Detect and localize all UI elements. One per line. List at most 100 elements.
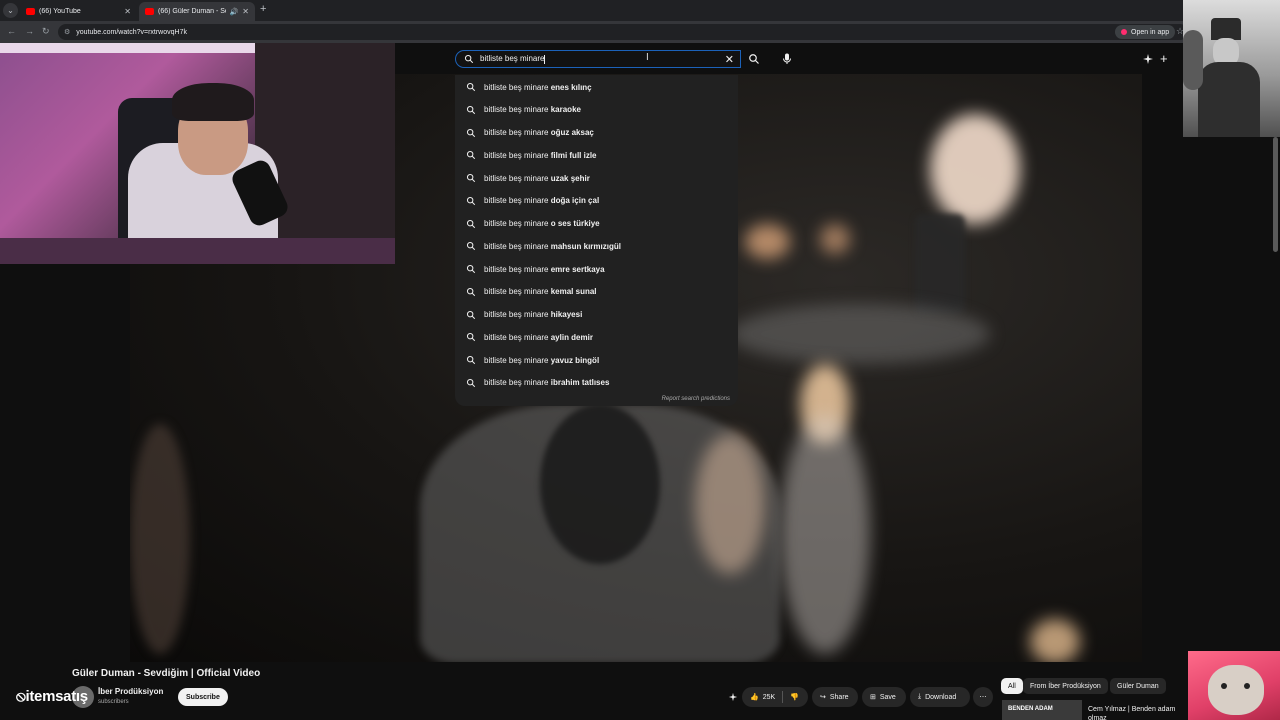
forward-arrow-icon[interactable]: →: [25, 26, 34, 36]
corner-photo-overlay: [1183, 0, 1280, 137]
streamer-webcam: [0, 43, 395, 264]
suggestion-prefix: bitliste beş minare: [484, 332, 549, 342]
gemini-sparkle-icon[interactable]: [1142, 53, 1154, 65]
search-suggestion-item[interactable]: bitliste beş minare enes kılınç: [455, 77, 738, 97]
like-dislike-group: 👍 25K 👎: [742, 687, 808, 707]
report-search-predictions-link[interactable]: Report search predictions: [662, 396, 730, 402]
clear-search-icon[interactable]: ✕: [725, 53, 734, 66]
voice-search-button[interactable]: [776, 49, 798, 69]
suggestion-prefix: bitliste beş minare: [484, 378, 549, 388]
suggestion-text: bitliste beş minare karaoke: [484, 105, 581, 114]
search-icon: [749, 54, 759, 64]
share-label: Share: [829, 693, 849, 701]
browser-toolbar: ← → ↻ ⚙ youtube.com/watch?v=rxtrwovqH7k …: [0, 21, 1280, 43]
hair: [172, 83, 254, 121]
search-suggestion-item[interactable]: bitliste beş minare karaoke: [455, 100, 738, 120]
search-icon: [466, 355, 476, 365]
suggestion-text: bitliste beş minare mahsun kırmızıgül: [484, 242, 621, 251]
chip-from-channel[interactable]: From İber Prodüksiyon: [1023, 678, 1108, 694]
search-suggestion-item[interactable]: bitliste beş minare aylin demir: [455, 327, 738, 347]
suggestion-text: bitliste beş minare o ses türkiye: [484, 219, 600, 228]
create-plus-icon[interactable]: +: [1160, 51, 1168, 66]
app-icon: [1121, 29, 1127, 35]
cat-eye: [1221, 683, 1227, 689]
microphone-icon: [783, 53, 791, 64]
video-title: Güler Duman - Sevdiğim | Official Video: [72, 668, 261, 679]
desk: [0, 238, 395, 264]
share-button[interactable]: ↪ Share: [812, 687, 858, 707]
suggestion-text: bitliste beş minare uzak şehir: [484, 174, 590, 183]
suggestion-text: bitliste beş minare kemal sunal: [484, 287, 597, 296]
like-count[interactable]: 25K: [763, 694, 775, 701]
suggestion-prefix: bitliste beş minare: [484, 105, 549, 115]
recommended-video-title[interactable]: Cem Yılmaz | Benden adam olmaz: [1088, 705, 1180, 720]
search-suggestion-item[interactable]: bitliste beş minare uzak şehir: [455, 168, 738, 188]
search-suggestions-dropdown: bitliste beş minare enes kılınç bitliste …: [455, 75, 738, 406]
like-icon[interactable]: 👍: [750, 693, 759, 701]
suggestion-text: bitliste beş minare emre sertkaya: [484, 265, 605, 274]
search-icon: [466, 242, 476, 251]
tab-close-icon[interactable]: ✕: [242, 7, 249, 16]
page-scrollbar[interactable]: [1273, 137, 1278, 252]
address-bar[interactable]: ⚙ youtube.com/watch?v=rxtrwovqH7k: [58, 24, 1188, 40]
more-actions-button[interactable]: ⋯: [973, 687, 993, 707]
search-icon: [466, 128, 476, 137]
suggestion-completion: filmi full izle: [550, 150, 597, 160]
search-suggestion-item[interactable]: bitliste beş minare oğuz aksaç: [455, 123, 738, 143]
suggestion-prefix: bitliste beş minare: [484, 82, 549, 92]
wood-frame: [130, 424, 190, 654]
download-button[interactable]: ⤓ Download: [910, 687, 970, 707]
search-icon: [466, 151, 476, 160]
chip-guler-duman[interactable]: Güler Duman: [1110, 678, 1166, 694]
browser-tab-strip: ⌄ (66) YouTube ✕ (66) Güler Duman - Sevd…: [0, 0, 1280, 21]
subscribe-button[interactable]: Subscribe: [178, 688, 228, 706]
recommended-thumbnail[interactable]: BENDEN ADAM: [1002, 700, 1082, 720]
new-tab-button[interactable]: +: [260, 3, 266, 15]
search-input[interactable]: bitliste beş minare ✕: [455, 50, 741, 68]
search-suggestion-item[interactable]: bitliste beş minare yavuz bingöl: [455, 350, 738, 370]
suggestion-completion: yavuz bingöl: [550, 355, 600, 365]
search-query-text: bitliste beş minare: [480, 54, 545, 64]
search-suggestion-item[interactable]: bitliste beş minare emre sertkaya: [455, 259, 738, 279]
cat-eye: [1244, 683, 1250, 689]
share-icon: ↪: [820, 694, 826, 701]
tab-search-icon[interactable]: ⌄: [3, 3, 18, 18]
open-in-app-label: Open in app: [1131, 28, 1170, 36]
search-button[interactable]: [741, 50, 767, 68]
open-in-app-button[interactable]: Open in app: [1115, 25, 1176, 39]
suggestion-prefix: bitliste beş minare: [484, 196, 549, 206]
youtube-favicon-icon: [145, 8, 154, 15]
tab-close-icon[interactable]: ✕: [124, 7, 131, 16]
dislike-icon[interactable]: 👎: [790, 693, 799, 701]
coat: [1198, 62, 1260, 137]
search-suggestion-item[interactable]: bitliste beş minare filmi full izle: [455, 145, 738, 165]
sparkle-icon[interactable]: [728, 692, 738, 702]
reload-icon[interactable]: ↻: [42, 26, 50, 37]
browser-tab-video[interactable]: (66) Güler Duman - Sevdiğ 🔊 ✕: [139, 2, 255, 21]
channel-name[interactable]: İber Prodüksiyon: [98, 687, 163, 696]
save-label: Save: [879, 693, 896, 701]
search-suggestion-item[interactable]: bitliste beş minare o ses türkiye: [455, 214, 738, 234]
site-info-icon[interactable]: ⚙: [64, 28, 70, 36]
search-suggestion-item[interactable]: bitliste beş minare kemal sunal: [455, 282, 738, 302]
suggestion-text: bitliste beş minare ibrahim tatlıses: [484, 378, 609, 387]
search-icon: [466, 105, 476, 114]
search-suggestion-item[interactable]: bitliste beş minare ibrahim tatlıses: [455, 373, 738, 393]
search-suggestion-item[interactable]: bitliste beş minare mahsun kırmızıgül: [455, 236, 738, 256]
thumbnail-text: BENDEN ADAM: [1008, 706, 1053, 712]
chip-all[interactable]: All: [1001, 678, 1023, 694]
suggestion-text: bitliste beş minare hikayesi: [484, 310, 582, 319]
audio-playing-icon[interactable]: 🔊: [230, 8, 239, 16]
search-icon: [466, 196, 476, 205]
suggestion-completion: enes kılınç: [550, 82, 592, 92]
more-horizontal-icon: ⋯: [979, 694, 987, 701]
search-suggestion-item[interactable]: bitliste beş minare hikayesi: [455, 305, 738, 325]
suggestion-completion: kemal sunal: [550, 287, 597, 297]
search-icon: [466, 378, 476, 387]
search-suggestion-item[interactable]: bitliste beş minare doğa için çal: [455, 191, 738, 211]
itemsatis-logo: ⦸itemsatış: [16, 688, 88, 705]
candle-flame-glow: [930, 114, 1020, 224]
save-button[interactable]: ⊞ Save: [862, 687, 906, 707]
browser-tab-youtube[interactable]: (66) YouTube ✕: [20, 2, 137, 21]
back-arrow-icon[interactable]: ←: [7, 26, 16, 36]
